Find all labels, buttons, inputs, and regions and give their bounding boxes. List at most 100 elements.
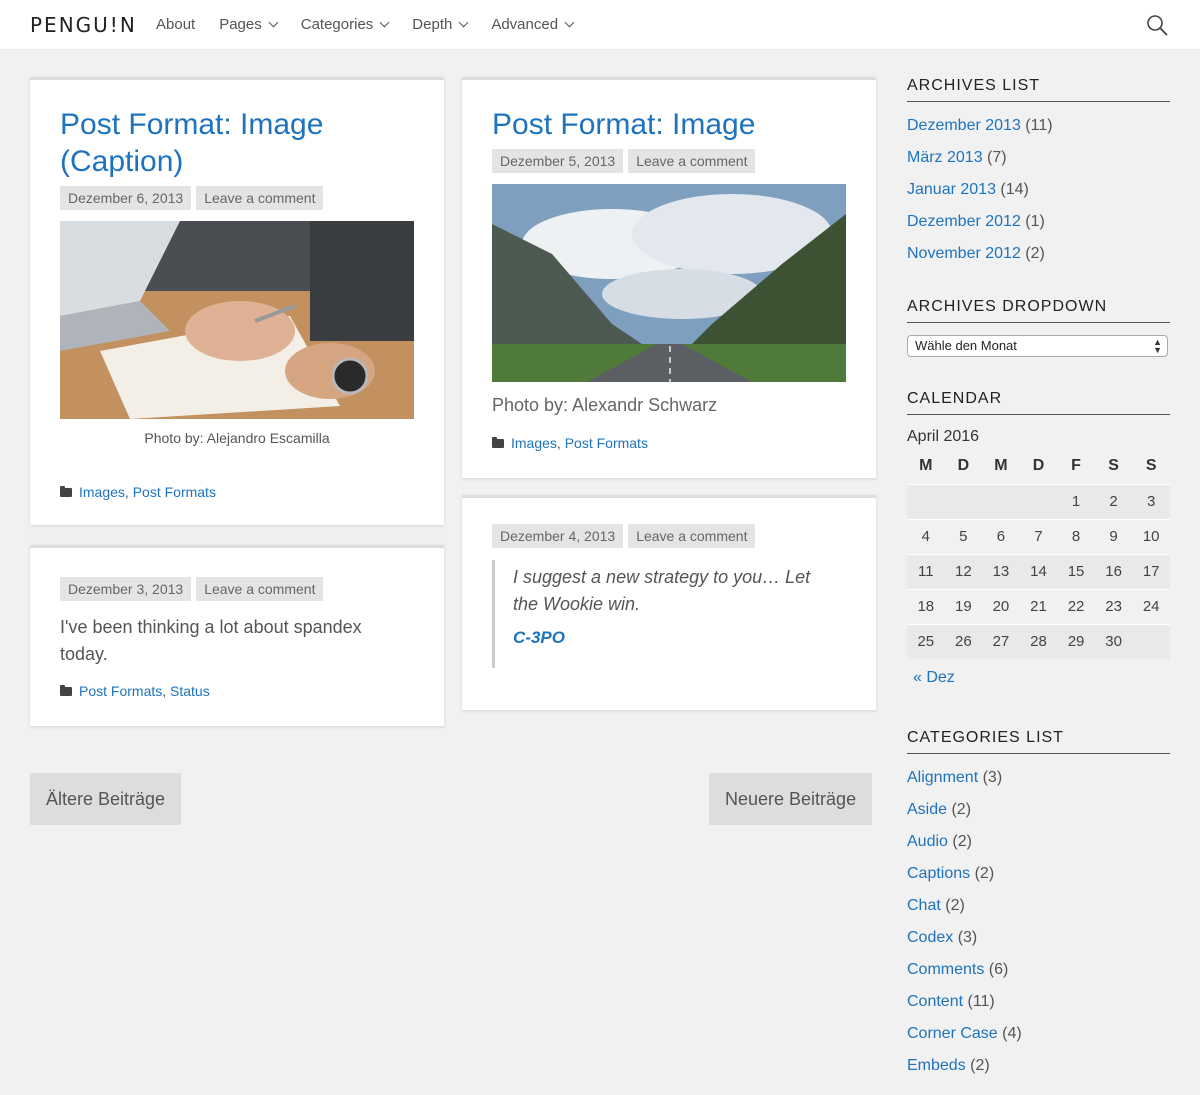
post-date[interactable]: Dezember 3, 2013 <box>60 577 192 601</box>
archive-count: (7) <box>982 149 1007 166</box>
image-caption: Photo by: Alejandro Escamilla <box>144 430 330 446</box>
nav-depth[interactable]: Depth <box>412 16 469 33</box>
calendar-day: 18 <box>907 588 945 624</box>
nav-pages[interactable]: Pages <box>219 16 279 33</box>
calendar-table: M D M D F S S 1 2 3 4 5 6 7 8 9 10 11 12… <box>907 449 1170 659</box>
calendar-day: 15 <box>1057 553 1095 589</box>
desk-photo-art <box>60 221 414 419</box>
archive-link[interactable]: Dezember 2012 <box>907 213 1021 230</box>
calendar-day: 17 <box>1132 553 1170 589</box>
category-link[interactable]: Post Formats <box>565 435 648 451</box>
calendar-week: 18 19 20 21 22 23 24 <box>907 588 1170 624</box>
leave-comment-link[interactable]: Leave a comment <box>196 186 324 210</box>
calendar-day: 30 <box>1094 623 1133 659</box>
post-image[interactable] <box>492 184 846 382</box>
archives-select-value: Wähle den Monat <box>915 338 1017 353</box>
categories-list: Alignment (3) Aside (2) Audio (2) Captio… <box>907 768 1022 1088</box>
category-link[interactable]: Chat <box>907 897 941 914</box>
post-title[interactable]: Post Format: Image (Caption) <box>60 106 323 180</box>
quote-cite: C-3PO <box>513 628 565 647</box>
calendar-day: 13 <box>982 553 1020 589</box>
calendar-day: 16 <box>1094 553 1133 589</box>
archive-count: (11) <box>1020 117 1053 134</box>
category-link[interactable]: Post Formats <box>79 683 162 699</box>
calendar-week: 1 2 3 <box>907 483 1170 519</box>
category-link[interactable]: Corner Case <box>907 1025 998 1042</box>
post-title[interactable]: Post Format: Image <box>492 106 755 143</box>
calendar-day <box>982 483 1020 519</box>
post-date[interactable]: Dezember 5, 2013 <box>492 149 624 173</box>
category-link[interactable]: Codex <box>907 929 953 946</box>
archive-count: (14) <box>995 181 1029 198</box>
calendar-day: 4 <box>907 518 945 554</box>
status-text: I've been thinking a lot about spandex t… <box>60 617 362 664</box>
category-link[interactable]: Aside <box>907 801 947 818</box>
image-caption: Photo by: Alexandr Schwarz <box>492 395 718 415</box>
post-image[interactable] <box>60 221 414 419</box>
older-posts-button[interactable]: Ältere Beiträge <box>30 773 182 825</box>
calendar-week: 25 26 27 28 29 30 <box>907 623 1170 659</box>
calendar-day: 26 <box>944 623 983 659</box>
folder-icon <box>492 436 504 448</box>
list-item: Comments (6) <box>907 960 1022 992</box>
list-item: Alignment (3) <box>907 768 1022 800</box>
category-link[interactable]: Status <box>170 683 210 699</box>
list-item: Audio (2) <box>907 832 1022 864</box>
archive-link[interactable]: Dezember 2013 <box>907 117 1021 134</box>
folder-icon <box>60 684 72 696</box>
search-icon[interactable] <box>1146 14 1168 36</box>
category-count: (6) <box>984 961 1009 978</box>
category-count: (3) <box>978 769 1003 786</box>
calendar-day: 7 <box>1019 518 1058 554</box>
category-link[interactable]: Captions <box>907 865 970 882</box>
calendar-day: 21 <box>1019 588 1058 624</box>
post-card-image-caption: Post Format: Image (Caption) Dezember 6,… <box>30 77 444 525</box>
list-item: Chat (2) <box>907 896 1022 928</box>
calendar-day: 24 <box>1132 588 1170 624</box>
site-header: PENGU!N About Pages Categories Depth Adv… <box>0 0 1200 50</box>
weekday-label: D <box>1032 457 1045 475</box>
archive-link[interactable]: November 2012 <box>907 245 1021 262</box>
calendar-prev-month-link[interactable]: « Dez <box>913 669 955 687</box>
post-date[interactable]: Dezember 6, 2013 <box>60 186 192 210</box>
site-logo[interactable]: PENGU!N <box>30 13 137 37</box>
calendar-week: 4 5 6 7 8 9 10 <box>907 518 1170 554</box>
nav-pages-label: Pages <box>219 16 262 33</box>
archives-select[interactable]: Wähle den Monat ▲ ▼ <box>907 335 1168 357</box>
nav-categories[interactable]: Categories <box>301 16 390 33</box>
category-link[interactable]: Post Formats <box>133 484 216 500</box>
post-date[interactable]: Dezember 4, 2013 <box>492 524 624 548</box>
category-link[interactable]: Audio <box>907 833 948 850</box>
post-categories: Images, Post Formats <box>60 484 216 500</box>
newer-posts-button[interactable]: Neuere Beiträge <box>709 773 873 825</box>
category-count: (4) <box>997 1025 1022 1042</box>
calendar-day: 10 <box>1132 518 1170 554</box>
category-link[interactable]: Content <box>907 993 963 1010</box>
category-link[interactable]: Comments <box>907 961 984 978</box>
category-link[interactable]: Alignment <box>907 769 978 786</box>
category-count: (3) <box>953 929 978 946</box>
archive-link[interactable]: Januar 2013 <box>907 181 996 198</box>
calendar-day <box>1019 483 1058 519</box>
archive-link[interactable]: März 2013 <box>907 149 983 166</box>
chevron-down-icon <box>379 17 390 28</box>
category-link[interactable]: Images <box>511 435 557 451</box>
post-meta: Dezember 3, 2013 Leave a comment <box>60 577 328 601</box>
leave-comment-link[interactable]: Leave a comment <box>628 149 756 173</box>
leave-comment-link[interactable]: Leave a comment <box>196 577 324 601</box>
weekday-label: M <box>919 457 933 475</box>
calendar-day: 25 <box>907 623 945 659</box>
calendar-day: 23 <box>1094 588 1133 624</box>
list-item: Captions (2) <box>907 864 1022 896</box>
nav-about[interactable]: About <box>156 16 195 33</box>
nav-advanced[interactable]: Advanced <box>491 16 575 33</box>
category-count: (11) <box>963 993 995 1010</box>
category-link[interactable]: Embeds <box>907 1057 966 1074</box>
calendar-day: 20 <box>982 588 1020 624</box>
leave-comment-link[interactable]: Leave a comment <box>628 524 756 548</box>
post-meta: Dezember 4, 2013 Leave a comment <box>492 524 760 548</box>
calendar-day: 8 <box>1057 518 1095 554</box>
list-item: Januar 2013 (14) <box>907 180 1053 212</box>
category-link[interactable]: Images <box>79 484 125 500</box>
list-item: Corner Case (4) <box>907 1024 1022 1056</box>
